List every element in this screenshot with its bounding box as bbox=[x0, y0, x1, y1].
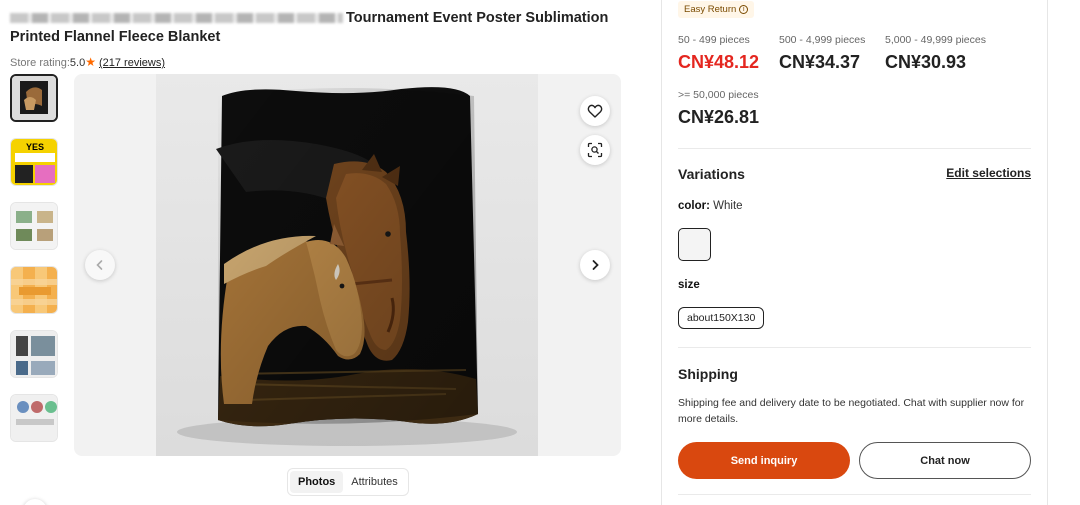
edit-selections-link[interactable]: Edit selections bbox=[946, 166, 1031, 180]
rating-label: Store rating: bbox=[10, 57, 70, 69]
tier-qty: 5,000 - 49,999 pieces bbox=[885, 34, 986, 46]
thumbnail-6[interactable] bbox=[10, 394, 58, 442]
price-tier-2: 500 - 4,999 pieces CN¥34.37 bbox=[779, 34, 865, 73]
price-tier-4: >= 50,000 pieces CN¥26.81 bbox=[678, 89, 759, 128]
tier-qty: >= 50,000 pieces bbox=[678, 89, 759, 101]
favorite-heart-icon[interactable] bbox=[580, 96, 610, 126]
purchase-panel: Easy Return i 50 - 499 pieces CN¥48.12 5… bbox=[661, 0, 1048, 505]
price-tier-3: 5,000 - 49,999 pieces CN¥30.93 bbox=[885, 34, 986, 73]
chevron-right-icon[interactable] bbox=[580, 250, 610, 280]
svg-text:YES: YES bbox=[26, 142, 44, 152]
tab-attributes[interactable]: Attributes bbox=[343, 471, 405, 493]
product-photo bbox=[156, 74, 538, 456]
divider bbox=[678, 347, 1031, 348]
blurred-title-prefix bbox=[10, 12, 343, 23]
tier-price: CN¥48.12 bbox=[678, 52, 760, 72]
product-title-line2: Printed Flannel Fleece Blanket bbox=[10, 29, 221, 45]
easy-return-label: Easy Return bbox=[684, 4, 737, 15]
thumbnail-2[interactable]: YES bbox=[10, 138, 58, 186]
main-product-image bbox=[74, 74, 621, 456]
shipping-description: Shipping fee and delivery date to be neg… bbox=[678, 397, 1025, 425]
store-rating: Store rating:5.0★ (217 reviews) bbox=[10, 55, 165, 69]
divider bbox=[678, 494, 1031, 495]
tier-price: CN¥34.37 bbox=[779, 52, 861, 72]
star-icon: ★ bbox=[85, 55, 96, 69]
thumbnail-3[interactable] bbox=[10, 202, 58, 250]
tier-qty: 500 - 4,999 pieces bbox=[779, 34, 866, 46]
image-search-icon[interactable] bbox=[580, 135, 610, 165]
chevron-down-icon[interactable] bbox=[23, 499, 47, 505]
divider bbox=[678, 148, 1031, 149]
rating-value: 5.0 bbox=[69, 57, 86, 69]
tab-photos[interactable]: Photos bbox=[290, 471, 344, 493]
size-option[interactable]: about150X130 bbox=[678, 307, 765, 329]
chat-now-button[interactable]: Chat now bbox=[859, 442, 1031, 479]
color-value: White bbox=[713, 200, 743, 212]
shipping-title: Shipping bbox=[678, 366, 738, 382]
thumbnail-5[interactable] bbox=[10, 330, 58, 378]
easy-return-badge[interactable]: Easy Return i bbox=[678, 1, 755, 18]
reviews-link[interactable]: (217 reviews) bbox=[99, 57, 165, 69]
color-swatch-white[interactable] bbox=[678, 228, 711, 261]
size-label: size bbox=[678, 279, 700, 291]
gallery-tabs: Photos Attributes bbox=[287, 468, 409, 496]
info-icon: i bbox=[739, 5, 749, 14]
product-title-line1: Tournament Event Poster Sublimation bbox=[10, 9, 650, 27]
tier-price: CN¥26.81 bbox=[678, 107, 760, 127]
price-tier-1: 50 - 499 pieces CN¥48.12 bbox=[678, 34, 759, 73]
chevron-left-icon[interactable] bbox=[85, 250, 115, 280]
color-key: color: bbox=[678, 200, 710, 212]
send-inquiry-button[interactable]: Send inquiry bbox=[678, 442, 850, 479]
product-title-text: Tournament Event Poster Sublimation bbox=[346, 9, 609, 26]
variations-title: Variations bbox=[678, 166, 745, 182]
thumbnail-4[interactable] bbox=[10, 266, 58, 314]
tier-qty: 50 - 499 pieces bbox=[678, 34, 750, 46]
tier-price: CN¥30.93 bbox=[885, 52, 967, 72]
thumbnail-1[interactable] bbox=[10, 74, 58, 122]
color-label: color: White bbox=[678, 200, 743, 212]
